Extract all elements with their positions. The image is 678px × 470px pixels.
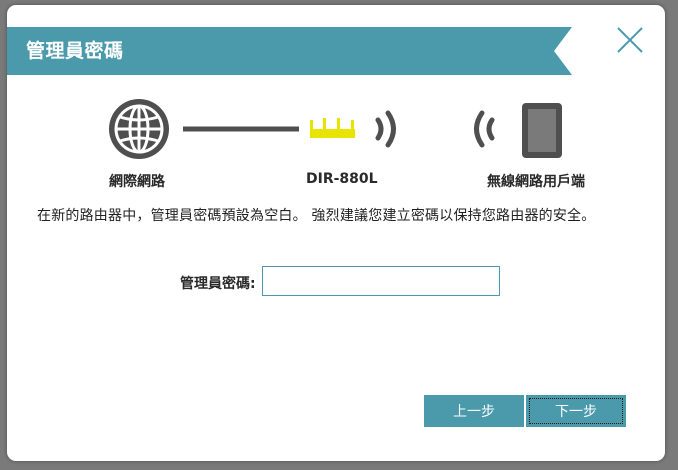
intro-text: 在新的路由器中，管理員密碼預設為空白。 強烈建議您建立密碼以保持您路由器的安全。 [37, 208, 596, 224]
internet-label: 網際網路 [109, 174, 165, 190]
router-label: DIR-880L [306, 171, 378, 187]
router-icon [310, 118, 355, 138]
globe-icon [109, 99, 169, 159]
next-button[interactable]: 下一步 [526, 395, 626, 427]
wifi-waves-icon [375, 110, 396, 148]
tablet-icon [522, 103, 562, 158]
client-label: 無線網路用戶端 [487, 174, 585, 190]
client-wifi-waves-icon [474, 110, 495, 148]
setup-wizard-dialog: 管理員密碼 網際網路 DIR-880L 無線網路用戶端 在新的路由器中，管理員密… [7, 5, 665, 461]
admin-password-input[interactable] [262, 266, 500, 296]
password-label: 管理員密碼: [180, 276, 256, 292]
previous-button[interactable]: 上一步 [424, 395, 524, 427]
